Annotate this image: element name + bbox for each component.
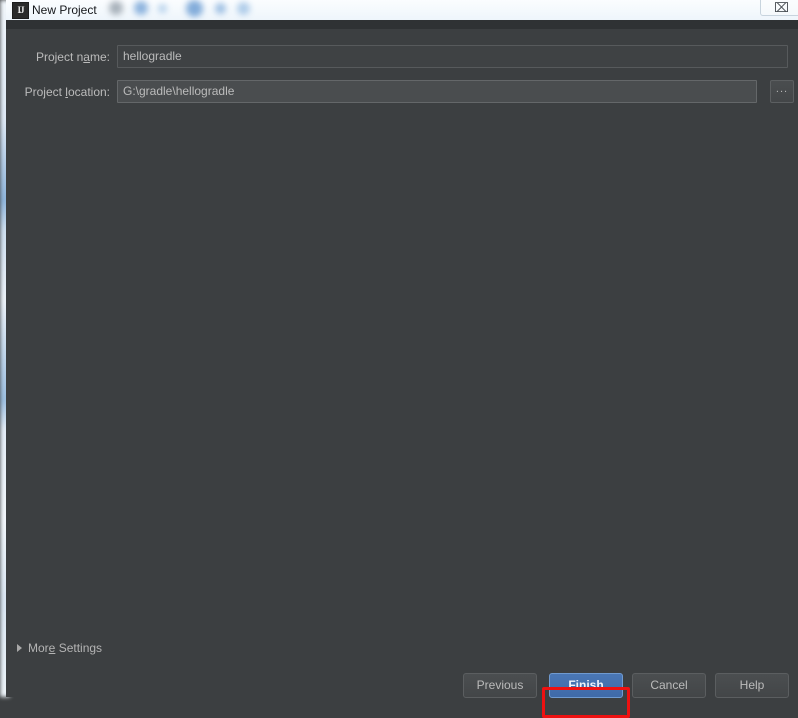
close-icon: ⌧ (774, 1, 789, 16)
blurred-icon-2 (158, 4, 167, 13)
blurred-icon-0 (109, 1, 123, 15)
blurred-icon-4 (215, 3, 226, 14)
window-title: New Project (32, 3, 97, 17)
window-titlebar[interactable]: IJ New Project ⌧ (6, 0, 798, 20)
new-project-dialog: IJ New Project ⌧ Project name: hellograd… (6, 0, 798, 718)
more-settings-toggle[interactable]: More Settings (17, 640, 102, 656)
dialog-content: Project name: hellogradle Project locati… (6, 20, 798, 718)
browse-location-button[interactable]: ... (770, 80, 794, 103)
cancel-button[interactable]: Cancel (632, 673, 706, 698)
more-settings-label: More Settings (28, 641, 103, 655)
help-button[interactable]: Help (715, 673, 789, 698)
previous-button[interactable]: Previous (463, 673, 537, 698)
project-name-input[interactable]: hellogradle (117, 45, 788, 68)
chevron-right-icon (17, 644, 22, 652)
intellij-idea-icon: IJ (12, 2, 29, 19)
project-name-label: Project name: (35, 50, 110, 64)
project-location-input[interactable]: G:\gradle\hellogradle (117, 80, 757, 103)
blurred-icon-5 (237, 2, 250, 15)
project-location-label: Project location: (24, 85, 110, 99)
blurred-icon-1 (134, 1, 148, 15)
blurred-icon-3 (186, 0, 203, 17)
close-button[interactable]: ⌧ (760, 0, 798, 16)
finish-button[interactable]: Finish (549, 673, 623, 698)
